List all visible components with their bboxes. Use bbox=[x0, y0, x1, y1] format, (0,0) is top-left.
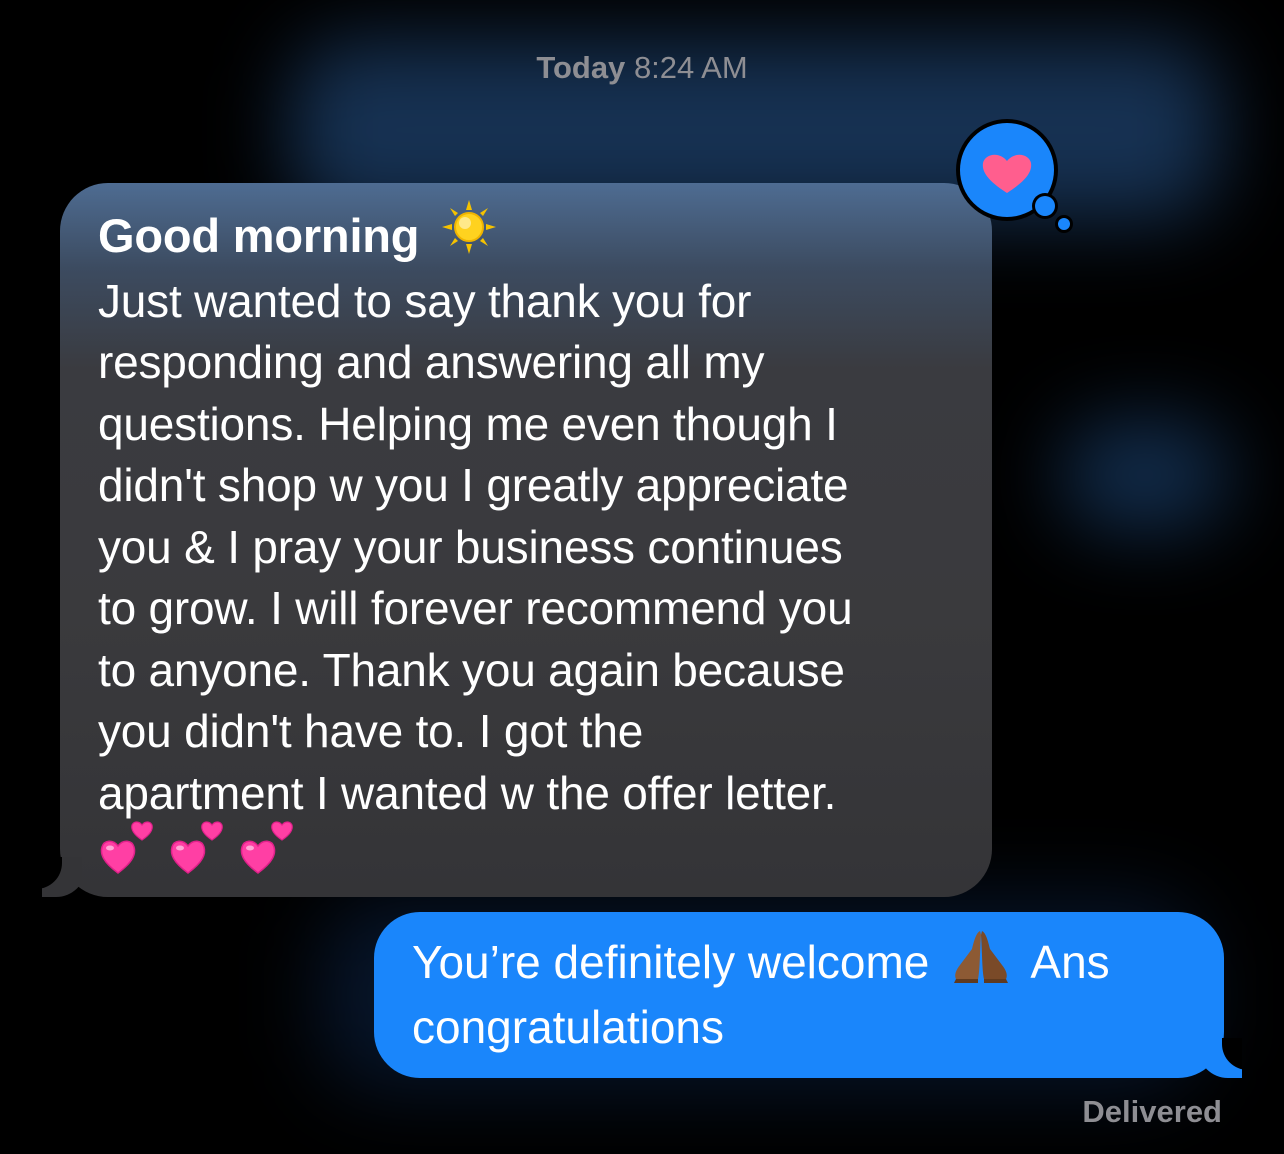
outgoing-text-part1: You’re definitely welcome bbox=[412, 936, 930, 988]
outgoing-bubble-tail bbox=[1202, 1038, 1242, 1078]
message-line: apartment I wanted w the offer letter. bbox=[98, 766, 837, 819]
incoming-message-bubble[interactable]: Good morning Just wanted to say thank yo… bbox=[42, 183, 992, 897]
delivered-status: Delivered bbox=[1082, 1094, 1222, 1129]
message-line: didn't shop w you I greatly appreciate bbox=[98, 459, 849, 512]
sun-emoji-icon bbox=[440, 198, 498, 271]
two-hearts-icon bbox=[238, 818, 300, 885]
outgoing-text-part2: Ans bbox=[1030, 936, 1110, 988]
message-timestamp: Today 8:24 AM bbox=[0, 50, 1284, 86]
message-line: you & I pray your business continues bbox=[98, 520, 843, 573]
outgoing-message-line: congratulations bbox=[412, 1000, 724, 1053]
message-line: questions. Helping me even though I bbox=[98, 397, 838, 450]
timestamp-day: Today bbox=[536, 50, 626, 85]
outgoing-message-line: You’re definitely welcome Ans bbox=[412, 930, 1194, 997]
message-line: Just wanted to say thank you for bbox=[98, 274, 752, 327]
message-line: responding and answering all my bbox=[98, 336, 765, 389]
message-line: to grow. I will forever recommend you bbox=[98, 582, 853, 635]
two-hearts-icon bbox=[98, 818, 160, 885]
two-hearts-emoji-row: 💕💕💕 bbox=[98, 821, 956, 896]
outgoing-message-bubble[interactable]: You’re definitely welcome Ans congratula… bbox=[374, 912, 1242, 1078]
tapback-heart-reaction[interactable] bbox=[952, 118, 1082, 238]
two-hearts-icon bbox=[168, 818, 230, 885]
message-greeting: Good morning bbox=[98, 209, 420, 262]
folded-hands-emoji-icon bbox=[948, 927, 1014, 997]
message-line: you didn't have to. I got the bbox=[98, 705, 644, 758]
timestamp-time: 8:24 AM bbox=[633, 50, 748, 85]
messages-screen: Today 8:24 AM Good morning Just wanted t… bbox=[0, 0, 1284, 1154]
message-greeting-line: Good morning bbox=[98, 200, 956, 271]
incoming-bubble-tail bbox=[42, 857, 82, 897]
background-glow bbox=[1060, 420, 1230, 530]
message-line: to anyone. Thank you again because bbox=[98, 643, 845, 696]
